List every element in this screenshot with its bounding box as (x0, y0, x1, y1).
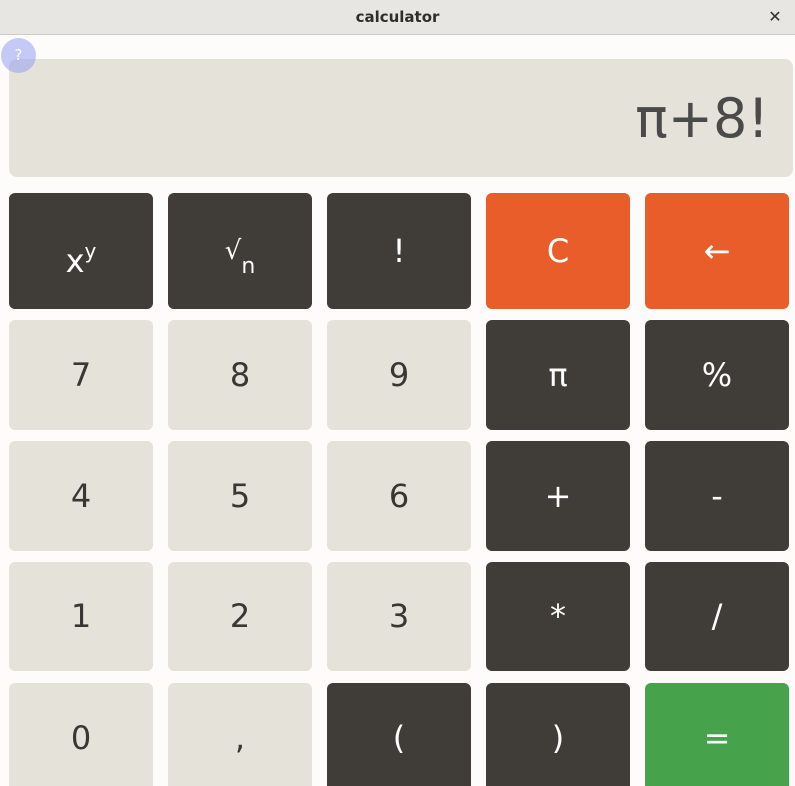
percent-button[interactable]: % (645, 320, 789, 430)
digit-2-button[interactable]: 2 (168, 562, 312, 671)
digit-9-button[interactable]: 9 (327, 320, 471, 430)
minus-button[interactable]: - (645, 441, 789, 551)
digit-5-button[interactable]: 5 (168, 441, 312, 551)
digit-8-button[interactable]: 8 (168, 320, 312, 430)
digit-7-button[interactable]: 7 (9, 320, 153, 430)
digit-3-button[interactable]: 3 (327, 562, 471, 671)
root-symbol: √ (224, 236, 242, 266)
divide-button[interactable]: / (645, 562, 789, 671)
left-paren-button[interactable]: ( (327, 683, 471, 786)
power-base: x (65, 242, 85, 280)
power-label: xy (66, 193, 97, 319)
help-button[interactable]: ? (1, 38, 36, 73)
close-icon[interactable]: ✕ (763, 6, 787, 28)
backspace-button[interactable]: ← (645, 193, 789, 309)
root-button[interactable]: √n (168, 193, 312, 309)
digit-4-button[interactable]: 4 (9, 441, 153, 551)
digit-1-button[interactable]: 1 (9, 562, 153, 671)
comma-button[interactable]: , (168, 683, 312, 786)
pi-button[interactable]: π (486, 320, 630, 430)
power-exponent: y (84, 239, 97, 263)
clear-button[interactable]: C (486, 193, 630, 309)
digit-0-button[interactable]: 0 (9, 683, 153, 786)
window-title: calculator (355, 8, 440, 26)
power-button[interactable]: xy (9, 193, 153, 309)
display-panel: π+8! (9, 59, 793, 177)
plus-button[interactable]: + (486, 441, 630, 551)
factorial-button[interactable]: ! (327, 193, 471, 309)
title-bar: calculator ✕ (0, 0, 795, 35)
equals-button[interactable]: = (645, 683, 789, 786)
root-index: n (241, 254, 256, 279)
display-expression: π+8! (635, 87, 769, 150)
right-paren-button[interactable]: ) (486, 683, 630, 786)
calculator-window: calculator ✕ ? π+8! xy √n ! C ← 7 8 9 π … (0, 0, 795, 786)
digit-6-button[interactable]: 6 (327, 441, 471, 551)
multiply-button[interactable]: * (486, 562, 630, 671)
root-label: √n (225, 193, 256, 325)
